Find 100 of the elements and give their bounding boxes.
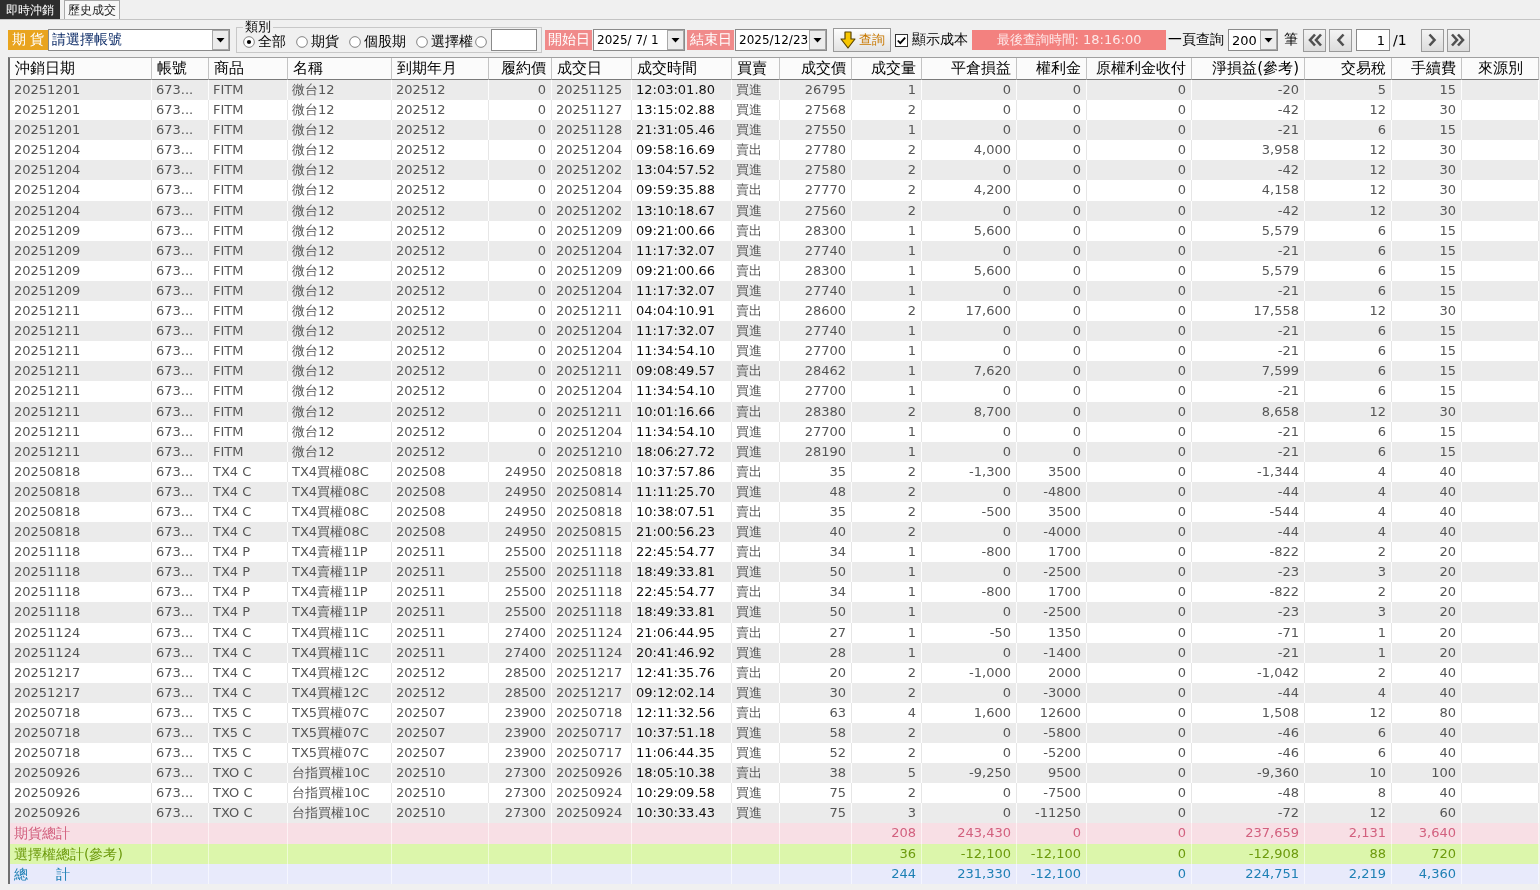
table-cell: 0 <box>1087 863 1192 884</box>
table-cell: 1 <box>852 642 922 663</box>
table-row[interactable]: 20251124 673... TX4 C TX4買權11C 202511 27400 20251124 20:41:46.92 買進 28 1 0 -1400 0 -21 1 20 <box>10 642 1539 663</box>
table-row[interactable]: 20251118 673... TX4 P TX4賣權11P 202511 25500 20251118 18:49:33.81 買進 50 1 0 -2500 0 -23 3 20 <box>10 602 1539 623</box>
radio-icon[interactable] <box>243 35 255 48</box>
table-row[interactable]: 20251211 673... FITM 微台12 202512 0 20251211 09:08:49.57 賣出 28462 1 7,620 0 0 7,599 6 15 <box>10 361 1539 382</box>
radio-icon[interactable] <box>349 35 361 48</box>
table-cell: 0 <box>1087 120 1192 141</box>
table-row[interactable]: 20250718 673... TX5 C TX5買權07C 202507 23900 20250717 10:37:51.18 買進 58 2 0 -5800 0 -46 6 40 <box>10 723 1539 744</box>
table-row[interactable]: 20251211 673... FITM 微台12 202512 0 20251204 11:34:54.10 買進 27700 1 0 0 0 -21 6 15 <box>10 381 1539 402</box>
table-row[interactable]: 20251211 673... FITM 微台12 202512 0 20251211 10:01:16.66 賣出 28380 2 8,700 0 0 8,658 12 30 <box>10 401 1539 422</box>
radio-icon[interactable] <box>416 35 428 48</box>
tab[interactable]: 即時沖銷 <box>0 0 60 19</box>
table-row[interactable]: 20250818 673... TX4 C TX4買權08C 202508 24950 20250818 10:37:57.86 賣出 35 2 -1,300 3500 0 -1,344 4 40 <box>10 461 1539 482</box>
category-radio[interactable]: 選擇權 <box>416 31 473 52</box>
column-header[interactable]: 到期年月 <box>392 58 489 80</box>
page-size-dropdown[interactable]: 200 <box>1228 29 1278 51</box>
table-row[interactable]: 20251209 673... FITM 微台12 202512 0 20251209 09:21:00.66 賣出 28300 1 5,600 0 0 5,579 6 15 <box>10 220 1539 241</box>
table-cell: 243,430 <box>922 823 1017 844</box>
column-header[interactable]: 履約價 <box>489 58 552 80</box>
column-header[interactable]: 權利金 <box>1017 58 1087 80</box>
table-cell: -20 <box>1192 80 1305 101</box>
input-field[interactable] <box>491 29 537 51</box>
radio-icon[interactable] <box>475 35 487 48</box>
table-row[interactable]: 20251211 673... FITM 微台12 202512 0 20251210 18:06:27.72 買進 28190 1 0 0 0 -21 6 15 <box>10 441 1539 462</box>
table-row[interactable]: 20250926 673... TXO C 台指買權10C 202510 27300 20250926 18:05:10.38 賣出 38 5 -9,250 9500 0 -9,360 10 100 <box>10 763 1539 784</box>
radio-icon[interactable] <box>296 35 308 48</box>
table-cell: 673... <box>152 180 209 201</box>
category-radio[interactable]: 個股期 <box>349 31 406 52</box>
table-row[interactable]: 20251211 673... FITM 微台12 202512 0 20251204 11:17:32.07 買進 27740 1 0 0 0 -21 6 15 <box>10 321 1539 342</box>
account-dropdown[interactable]: 請選擇帳號 <box>48 29 230 51</box>
column-header[interactable]: 成交價 <box>780 58 852 80</box>
table-cell: 13:10:18.67 <box>632 200 732 221</box>
column-header[interactable]: 來源別 <box>1462 58 1539 80</box>
table-cell: -21 <box>1192 321 1305 342</box>
column-header[interactable]: 成交日 <box>552 58 632 80</box>
table-cell: -1400 <box>1017 642 1087 663</box>
column-header[interactable]: 交易稅 <box>1305 58 1392 80</box>
table-cell: 5 <box>1305 80 1392 101</box>
table-row[interactable]: 20251118 673... TX4 P TX4賣權11P 202511 25500 20251118 18:49:33.81 買進 50 1 0 -2500 0 -23 3 20 <box>10 562 1539 583</box>
table-row[interactable]: 20251211 673... FITM 微台12 202512 0 20251204 11:34:54.10 買進 27700 1 0 0 0 -21 6 15 <box>10 421 1539 442</box>
previous-page-button[interactable] <box>1329 28 1352 52</box>
table-row[interactable]: 20251209 673... FITM 微台12 202512 0 20251204 11:17:32.07 買進 27740 1 0 0 0 -21 6 15 <box>10 240 1539 261</box>
table-cell: TX4賣權11P <box>288 562 392 583</box>
table-cell: 673... <box>152 662 209 683</box>
table-cell: FITM <box>209 160 288 181</box>
column-header[interactable]: 成交量 <box>852 58 922 80</box>
table-cell: 微台12 <box>288 240 392 261</box>
column-header[interactable]: 名稱 <box>288 58 392 80</box>
checkbox-icon[interactable] <box>895 33 908 47</box>
table-cell: 23900 <box>489 723 552 744</box>
column-header[interactable]: 商品 <box>209 58 288 80</box>
category-radio[interactable]: 期貨 <box>296 31 339 52</box>
table-row[interactable]: 20251201 673... FITM 微台12 202512 0 20251128 21:31:05.46 買進 27550 1 0 0 0 -21 6 15 <box>10 120 1539 141</box>
next-page-button[interactable] <box>1420 28 1444 52</box>
table-cell: 15 <box>1392 381 1462 402</box>
column-header[interactable]: 成交時間 <box>632 58 732 80</box>
table-cell: 0 <box>1017 200 1087 221</box>
last-page-button[interactable] <box>1446 28 1470 52</box>
table-cell: 20251118 <box>10 602 152 623</box>
table-cell: 27400 <box>489 622 552 643</box>
column-header[interactable]: 沖銷日期 <box>10 58 152 80</box>
table-cell: 8,700 <box>922 401 1017 422</box>
table-row[interactable]: 20251209 673... FITM 微台12 202512 0 20251209 09:21:00.66 賣出 28300 1 5,600 0 0 5,579 6 15 <box>10 260 1539 281</box>
table-row[interactable]: 20250818 673... TX4 C TX4買權08C 202508 24950 20250814 11:11:25.70 買進 48 2 0 -4800 0 -44 4 40 <box>10 481 1539 502</box>
table-row[interactable]: 20250926 673... TXO C 台指買權10C 202510 27300 20250924 10:30:33.43 買進 75 3 0 -11250 0 -72 12 60 <box>10 803 1539 824</box>
table-row[interactable]: 20251204 673... FITM 微台12 202512 0 20251202 13:10:18.67 買進 27560 2 0 0 0 -42 12 30 <box>10 200 1539 221</box>
table-row[interactable]: 20251217 673... TX4 C TX4買權12C 202512 28500 20251217 12:41:35.76 賣出 20 2 -1,000 2000 0 -1,042 2 40 <box>10 662 1539 683</box>
table-row[interactable]: 20251204 673... FITM 微台12 202512 0 20251202 13:04:57.52 買進 27580 2 0 0 0 -42 12 30 <box>10 160 1539 181</box>
table-row[interactable]: 20251124 673... TX4 C TX4買權11C 202511 27400 20251124 21:06:44.95 賣出 27 1 -50 1350 0 -71 1 20 <box>10 622 1539 643</box>
table-cell: 35 <box>780 461 852 482</box>
table-cell: 6 <box>1305 280 1392 302</box>
column-header[interactable]: 淨損益(參考) <box>1192 58 1305 80</box>
tab[interactable]: 歷史成交 <box>64 0 120 19</box>
table-cell: 0 <box>489 240 552 261</box>
table-cell: 21:06:44.95 <box>632 622 732 643</box>
table-cell: 微台12 <box>288 160 392 181</box>
column-header[interactable]: 帳號 <box>152 58 209 80</box>
table-cell: 0 <box>489 220 552 241</box>
column-header[interactable]: 原權利金收付 <box>1087 58 1192 80</box>
page-number-field[interactable]: 1 <box>1356 29 1390 51</box>
end-date-dropdown[interactable]: 2025/12/23 <box>735 29 827 51</box>
table-cell: 202512 <box>392 682 489 703</box>
table-row[interactable]: 20250818 673... TX4 C TX4買權08C 202508 24950 20250815 21:00:56.23 買進 40 2 0 -4000 0 -44 4 40 <box>10 522 1539 543</box>
table-row[interactable]: 20251209 673... FITM 微台12 202512 0 20251204 11:17:32.07 買進 27740 1 0 0 0 -21 6 15 <box>10 280 1539 302</box>
table-cell: 0 <box>922 280 1017 302</box>
table-cell: FITM <box>209 280 288 302</box>
table-cell: 買進 <box>732 562 780 583</box>
first-page-button[interactable] <box>1303 28 1326 52</box>
column-header[interactable]: 手續費 <box>1392 58 1462 80</box>
column-header[interactable]: 平倉損益 <box>922 58 1017 80</box>
table-cell: 11:17:32.07 <box>632 280 732 302</box>
table-row[interactable]: 20251201 673... FITM 微台12 202512 0 20251125 12:03:01.80 買進 26795 1 0 0 0 -20 5 15 <box>10 80 1539 101</box>
table-row[interactable]: 20251204 673... FITM 微台12 202512 0 20251204 09:59:35.88 賣出 27770 2 4,200 0 0 4,158 12 30 <box>10 180 1539 201</box>
table-row[interactable]: 20251217 673... TX4 C TX4買權12C 202512 28500 20251217 09:12:02.14 買進 30 2 0 -3000 0 -44 4 40 <box>10 682 1539 703</box>
start-date-dropdown[interactable]: 2025/ 7/ 1 <box>593 29 685 51</box>
table-cell: FITM <box>209 180 288 201</box>
table-cell: -5800 <box>1017 723 1087 744</box>
column-header[interactable]: 買賣 <box>732 58 780 80</box>
show-cost-checkbox[interactable]: 顯示成本 <box>895 31 968 49</box>
